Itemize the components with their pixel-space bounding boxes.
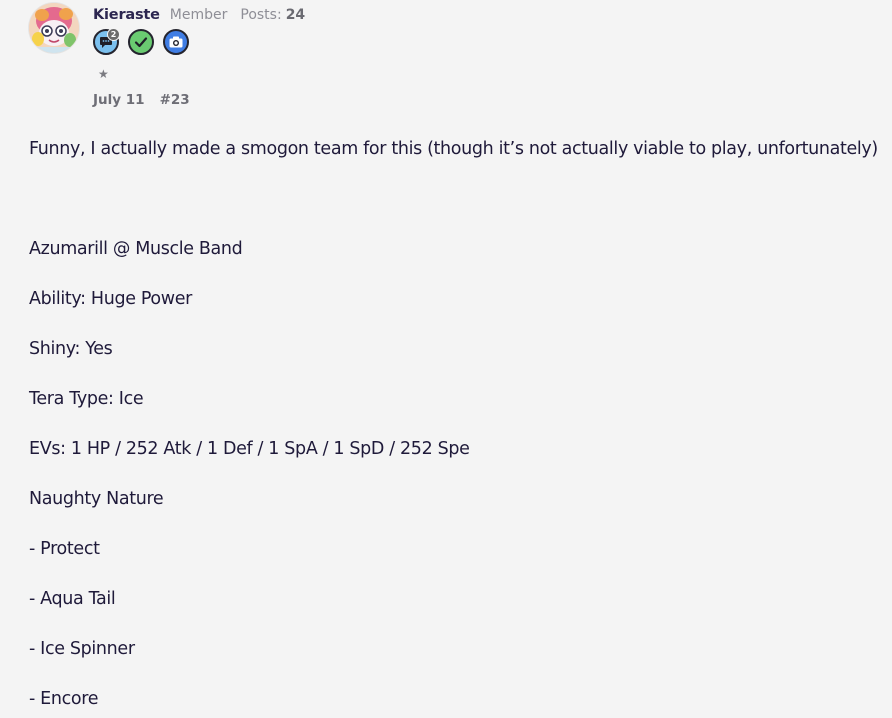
author-line: Kieraste Member Posts: 24 bbox=[93, 7, 305, 27]
username-link[interactable]: Kieraste bbox=[93, 7, 160, 23]
badge-count: 2 bbox=[107, 28, 120, 41]
post-body: Funny, I actually made a smogon team for… bbox=[29, 136, 892, 718]
pokemon-avatar-icon bbox=[29, 3, 79, 53]
move-line: - Protect bbox=[29, 539, 100, 559]
forum-post: Kieraste Member Posts: 24 2 ★ July 11 #2… bbox=[0, 0, 892, 718]
avatar[interactable] bbox=[29, 3, 79, 53]
chat-bubble-icon[interactable]: 2 bbox=[93, 28, 120, 55]
post-intro: Funny, I actually made a smogon team for… bbox=[29, 139, 878, 159]
team-line: Shiny: Yes bbox=[29, 339, 113, 359]
move-line: - Aqua Tail bbox=[29, 589, 116, 609]
checkmark-icon[interactable] bbox=[128, 29, 154, 55]
team-line: Naughty Nature bbox=[29, 489, 164, 509]
posts-count: 24 bbox=[285, 7, 306, 23]
posts-label: Posts: bbox=[240, 7, 282, 23]
post-date-link[interactable]: July 11 bbox=[93, 92, 145, 108]
move-line: - Ice Spinner bbox=[29, 639, 135, 659]
post-number-link[interactable]: #23 bbox=[160, 92, 190, 108]
post-meta: July 11 #23 bbox=[93, 92, 190, 108]
team-line: Tera Type: Ice bbox=[29, 389, 144, 409]
team-line: Ability: Huge Power bbox=[29, 289, 193, 309]
trophy-star-icon[interactable]: ★ bbox=[98, 66, 109, 82]
camera-icon[interactable] bbox=[163, 29, 189, 55]
user-badges: 2 bbox=[93, 28, 189, 55]
team-line: Azumarill @ Muscle Band bbox=[29, 239, 243, 259]
user-title: Member bbox=[169, 7, 228, 23]
move-line: - Encore bbox=[29, 689, 99, 709]
team-line: EVs: 1 HP / 252 Atk / 1 Def / 1 SpA / 1 … bbox=[29, 439, 470, 459]
